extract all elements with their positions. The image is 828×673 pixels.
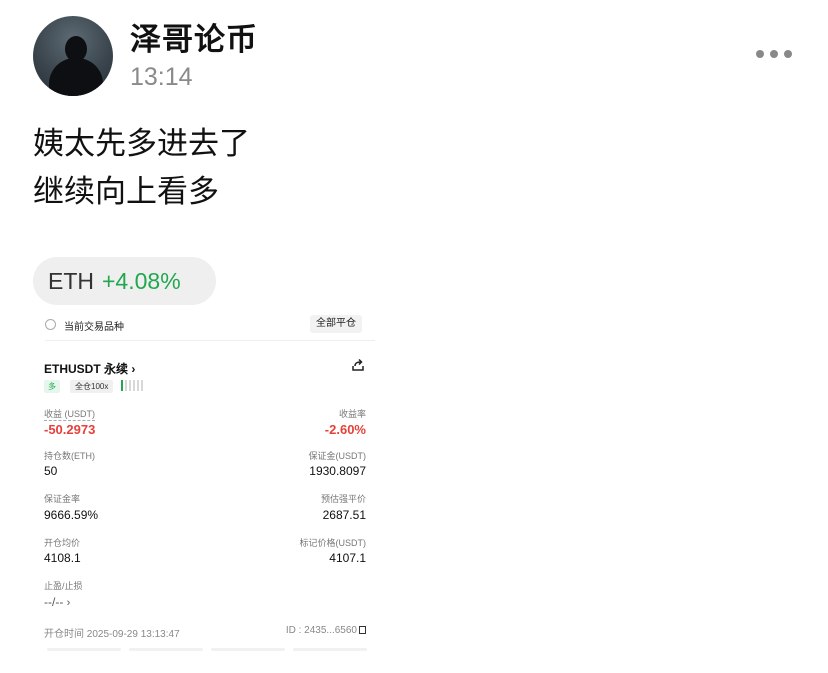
position-card: 当前交易品种 全部平仓 ETHUSDT 永续 › 多 全仓100x 收益 (US… — [33, 310, 380, 655]
pnl-value: -50.2973 — [44, 422, 96, 437]
share-icon[interactable] — [351, 358, 365, 372]
size-label: 持仓数(ETH) — [44, 451, 95, 461]
action-buttons — [47, 648, 367, 651]
entry-price-label: 开仓均价 — [44, 538, 81, 548]
action-button[interactable] — [293, 648, 367, 651]
roe-label: 收益率 — [338, 409, 366, 419]
margin-label: 保证金(USDT) — [308, 451, 367, 461]
author-name[interactable]: 泽哥论币 — [130, 14, 258, 59]
avatar[interactable] — [33, 16, 113, 96]
chevron-right-icon: › — [66, 597, 71, 609]
current-symbol-label: 当前交易品种 — [64, 322, 124, 333]
ticker-pill[interactable]: ETH +4.08% — [33, 257, 216, 305]
risk-bars-icon — [121, 380, 143, 391]
post-line-1: 姨太先多进去了 — [33, 126, 250, 162]
current-symbol-radio[interactable] — [45, 319, 56, 330]
post-text: 姨太先多进去了 继续向上看多 — [33, 120, 250, 216]
post-line-2: 继续向上看多 — [33, 174, 219, 210]
contract-label: ETHUSDT 永续 — [44, 362, 129, 376]
action-button[interactable] — [129, 648, 203, 651]
divider — [45, 340, 375, 341]
chevron-right-icon: › — [131, 362, 136, 376]
size-value: 50 — [44, 464, 58, 478]
ticker-change: +4.08% — [102, 267, 181, 294]
open-time: 开仓时间 2025-09-29 13:13:47 — [44, 629, 180, 640]
margin-ratio-label: 保证金率 — [44, 494, 81, 504]
more-dot — [756, 50, 764, 58]
more-dot — [770, 50, 778, 58]
mark-price-value: 4107.1 — [329, 551, 366, 565]
tpsl-label: 止盈/止损 — [44, 581, 83, 591]
tpsl-text: --/-- — [44, 595, 64, 609]
ticker-symbol: ETH — [48, 267, 94, 294]
position-id[interactable]: ID : 2435...6560 — [286, 625, 366, 636]
close-all-button[interactable]: 全部平仓 — [310, 315, 362, 333]
position-id-text: ID : 2435...6560 — [285, 625, 357, 636]
avatar-silhouette-body — [49, 58, 103, 96]
more-dot — [784, 50, 792, 58]
contract-name[interactable]: ETHUSDT 永续 › — [44, 360, 135, 377]
copy-icon — [359, 626, 366, 634]
entry-price-value: 4108.1 — [44, 551, 81, 565]
pnl-label: 收益 (USDT) — [44, 409, 95, 421]
liq-price-label: 预估强平价 — [320, 494, 366, 504]
margin-ratio-value: 9666.59% — [44, 508, 99, 522]
leverage-tag: 全仓100x — [70, 380, 114, 393]
post-time: 13:14 — [130, 63, 193, 91]
more-options-icon[interactable] — [756, 50, 792, 58]
mark-price-label: 标记价格(USDT) — [299, 538, 367, 548]
margin-value: 1930.8097 — [309, 464, 366, 478]
direction-tag: 多 — [44, 380, 60, 393]
action-button[interactable] — [211, 648, 285, 651]
liq-price-value: 2687.51 — [322, 508, 366, 522]
tpsl-value[interactable]: --/-- › — [44, 595, 70, 609]
action-button[interactable] — [47, 648, 121, 651]
roe-value: -2.60% — [324, 422, 366, 437]
